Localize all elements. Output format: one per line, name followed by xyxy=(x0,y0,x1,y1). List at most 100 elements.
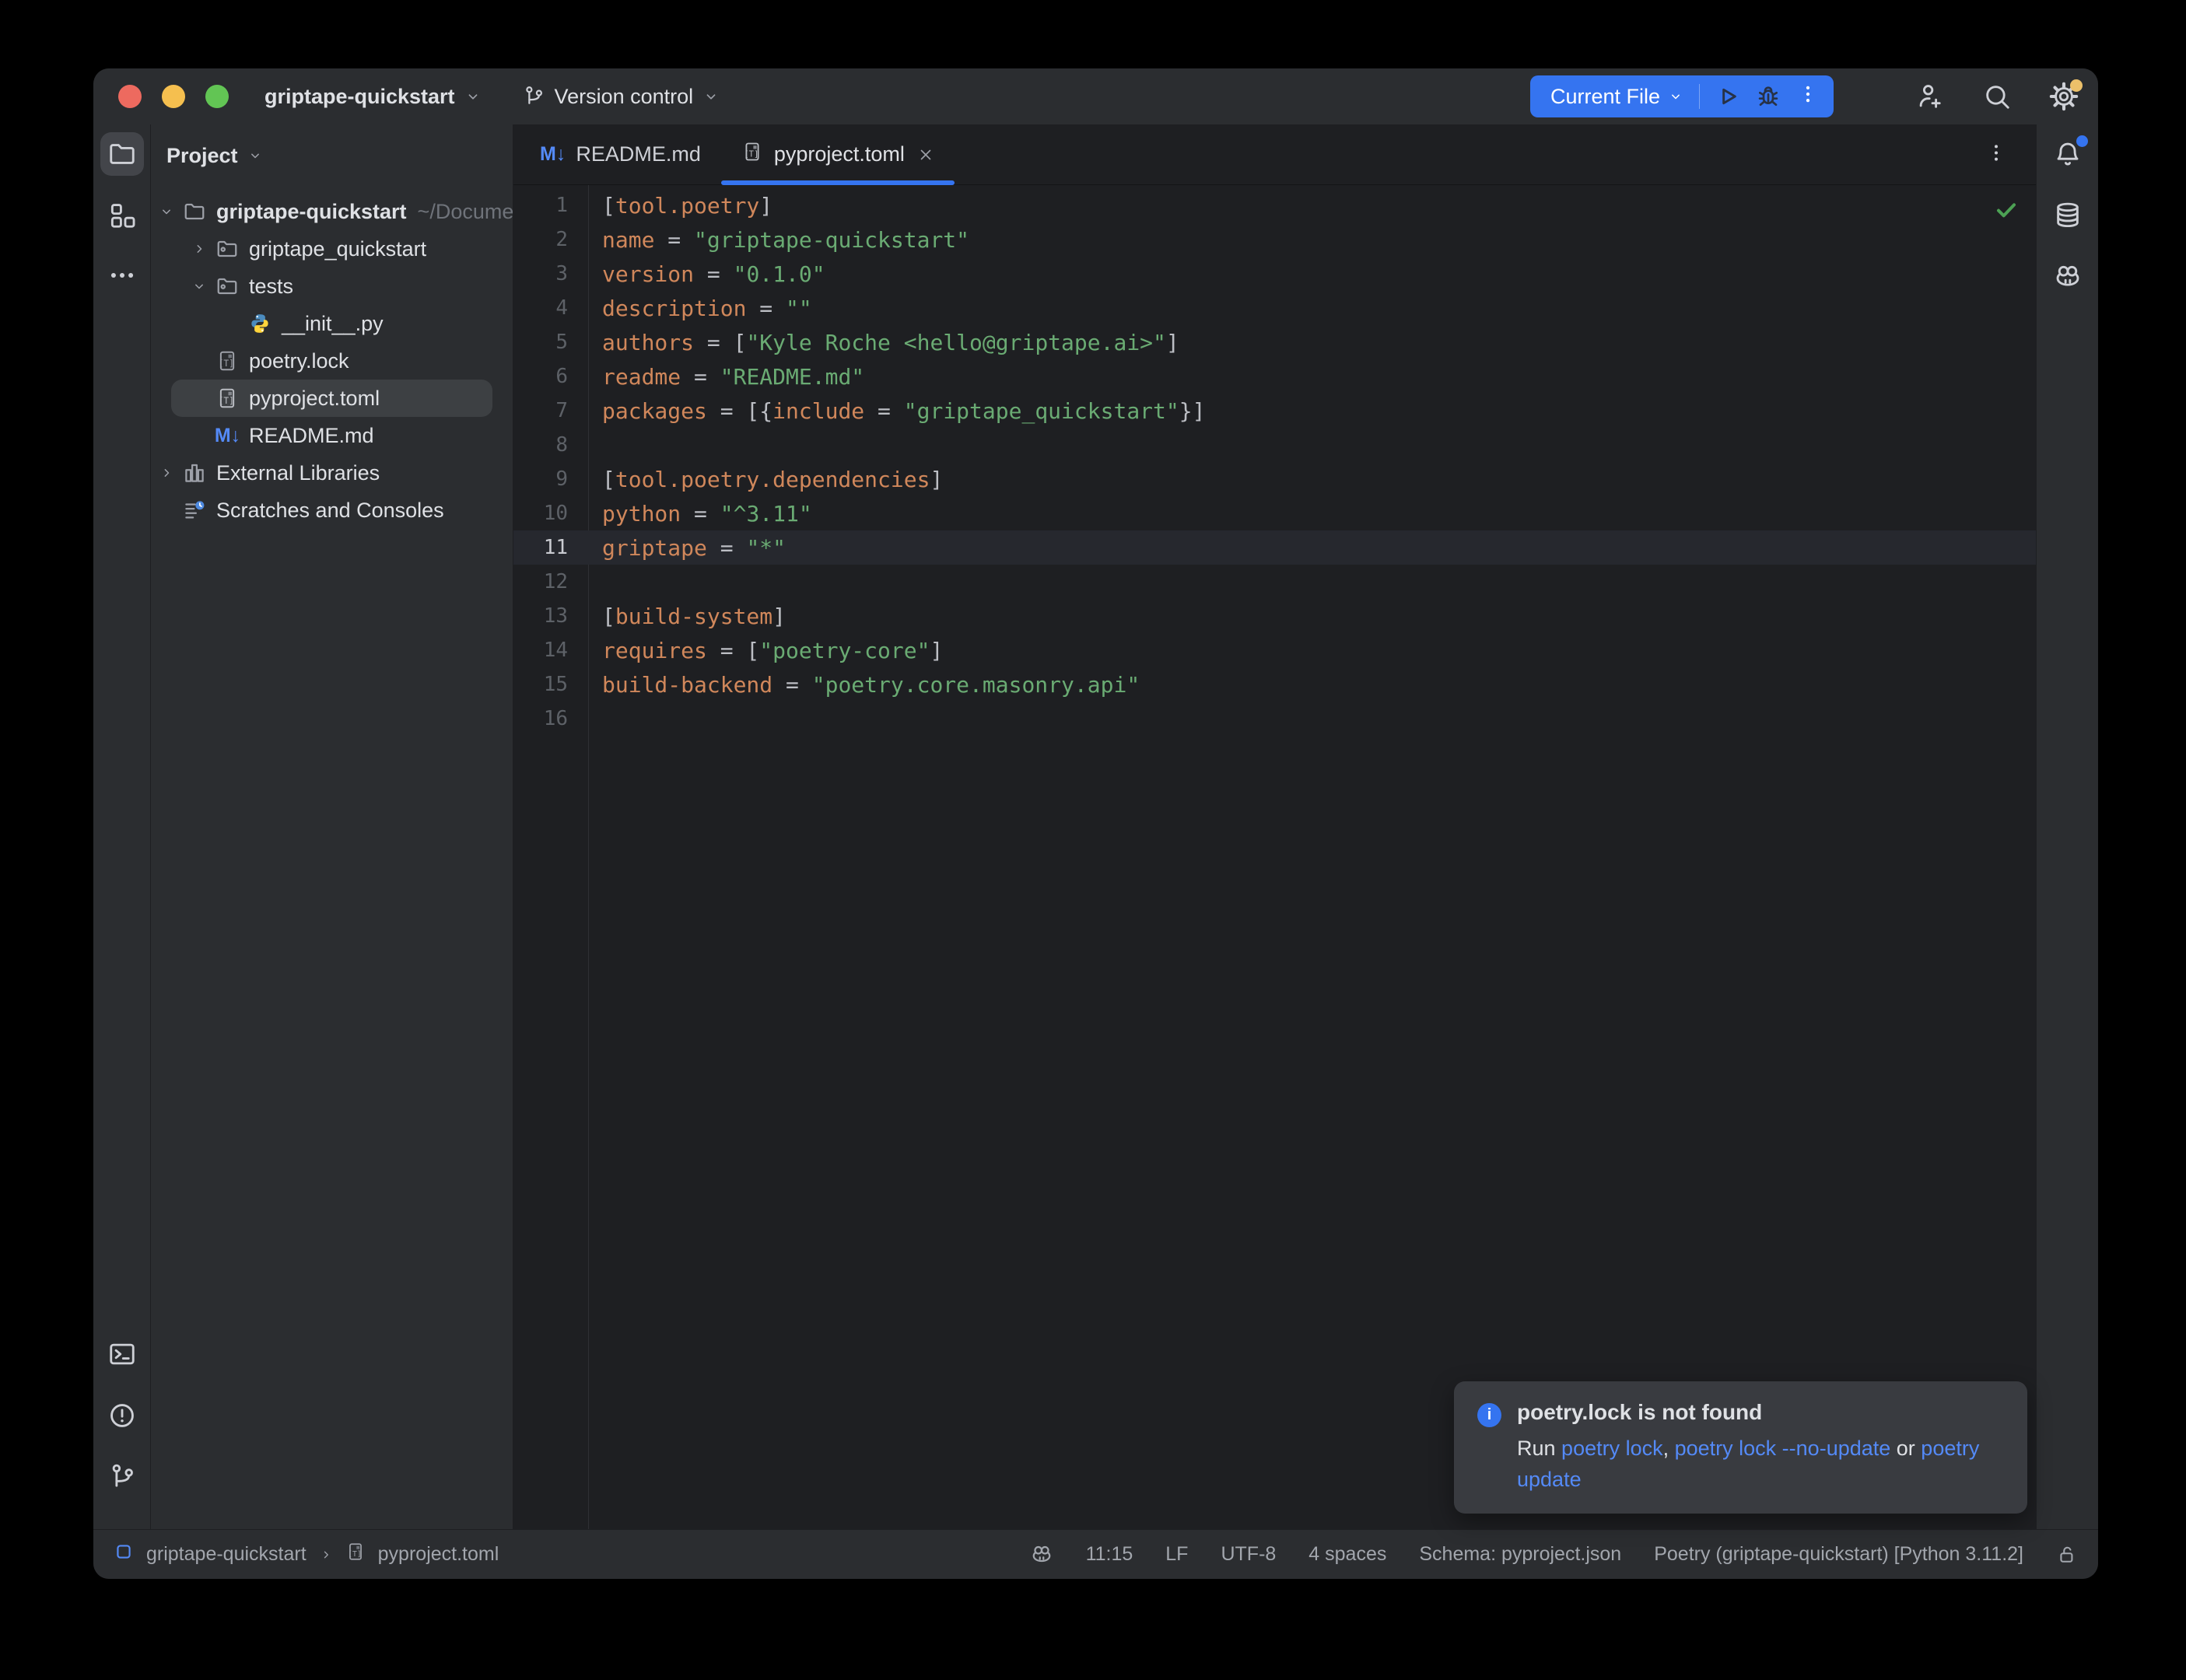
run-configuration-button[interactable]: Current File xyxy=(1530,75,1834,117)
tree-item-label: pyproject.toml xyxy=(249,387,380,411)
run-icon[interactable] xyxy=(1715,84,1740,109)
toml-file-icon: [T] xyxy=(213,387,241,410)
ai-assistant-icon xyxy=(2053,262,2083,292)
code-line-current[interactable]: 11 griptape = "*" xyxy=(513,530,2036,565)
code-line[interactable]: 7 packages = [{include = "griptape_quick… xyxy=(513,394,2036,428)
notification-popup[interactable]: i poetry.lock is not found Run poetry lo… xyxy=(1454,1381,2027,1514)
line-number: 6 xyxy=(513,365,588,388)
tree-item-tests-folder[interactable]: tests xyxy=(151,268,513,305)
tree-item-project-root[interactable]: griptape-quickstart ~/Docume xyxy=(151,193,513,230)
status-cursor-position[interactable]: 11:15 xyxy=(1086,1543,1133,1566)
status-schema[interactable]: Schema: pyproject.json xyxy=(1419,1543,1621,1566)
vcs-widget[interactable]: Version control xyxy=(522,85,720,109)
code-line[interactable]: 16 xyxy=(513,702,2036,736)
tree-item-external-libraries[interactable]: External Libraries xyxy=(151,454,513,492)
line-number: 2 xyxy=(513,228,588,251)
database-icon xyxy=(2053,201,2083,230)
tree-item-poetry-lock[interactable]: [T] poetry.lock xyxy=(151,342,513,380)
tree-item-pyproject-toml[interactable]: [T] pyproject.toml xyxy=(171,380,492,417)
code-line[interactable]: 9 [tool.poetry.dependencies] xyxy=(513,462,2036,496)
breadcrumb-project[interactable]: griptape-quickstart xyxy=(146,1543,307,1566)
terminal-tool-window-button[interactable] xyxy=(100,1332,144,1376)
notification-badge xyxy=(2076,135,2088,147)
code-editor[interactable]: 1 [tool.poetry] 2 name = "griptape-quick… xyxy=(513,185,2036,1529)
status-line-ending[interactable]: LF xyxy=(1165,1543,1188,1566)
line-number: 13 xyxy=(513,604,588,628)
database-tool-window-button[interactable] xyxy=(2046,194,2090,237)
code-line[interactable]: 4 description = "" xyxy=(513,291,2036,325)
status-interpreter[interactable]: Poetry (griptape-quickstart) [Python 3.1… xyxy=(1654,1543,2023,1566)
project-tool-window-button[interactable] xyxy=(100,132,144,176)
breadcrumb-file[interactable]: pyproject.toml xyxy=(378,1543,499,1566)
project-panel-header[interactable]: Project xyxy=(151,124,513,187)
project-panel: Project griptape-quickstart ~ xyxy=(151,124,513,1529)
project-widget-label: griptape-quickstart xyxy=(264,85,455,109)
chevron-right-icon[interactable] xyxy=(185,241,213,257)
tab-readme[interactable]: M↓ README.md xyxy=(520,124,721,184)
tree-item-label: __init__.py xyxy=(282,312,384,336)
close-tab-icon[interactable] xyxy=(917,146,934,163)
status-encoding[interactable]: UTF-8 xyxy=(1221,1543,1276,1566)
debug-icon[interactable] xyxy=(1756,84,1781,109)
notification-content: poetry.lock is not found Run poetry lock… xyxy=(1517,1400,2004,1495)
tree-item-path-hint: ~/Docume xyxy=(418,200,513,224)
code-line[interactable]: 6 readme = "README.md" xyxy=(513,359,2036,394)
code-line[interactable]: 10 python = "^3.11" xyxy=(513,496,2036,530)
tab-pyproject[interactable]: [T] pyproject.toml xyxy=(721,124,955,184)
inspections-ok-icon[interactable] xyxy=(1994,198,2019,228)
settings-button[interactable] xyxy=(2048,81,2079,112)
code-line[interactable]: 13 [build-system] xyxy=(513,599,2036,633)
code-line[interactable]: 3 version = "0.1.0" xyxy=(513,257,2036,291)
run-config-label: Current File xyxy=(1550,85,1660,109)
more-tool-windows-button[interactable] xyxy=(100,255,144,299)
tree-item-label: README.md xyxy=(249,424,374,448)
chevron-right-icon xyxy=(319,1548,333,1562)
tree-item-package-folder[interactable]: griptape_quickstart xyxy=(151,230,513,268)
ai-assistant-status-icon[interactable] xyxy=(1030,1543,1053,1566)
chevron-down-icon[interactable] xyxy=(185,278,213,294)
tree-item-label: tests xyxy=(249,275,293,299)
version-control-tool-window-button[interactable] xyxy=(100,1455,144,1499)
poetry-lock-link[interactable]: poetry lock xyxy=(1561,1437,1663,1460)
code-line[interactable]: 14 requires = ["poetry-core"] xyxy=(513,633,2036,667)
editor-options-icon[interactable] xyxy=(1985,141,2008,168)
ai-assistant-button[interactable] xyxy=(2046,255,2090,299)
code-line[interactable]: 1 [tool.poetry] xyxy=(513,188,2036,222)
poetry-lock-no-update-link[interactable]: poetry lock --no-update xyxy=(1675,1437,1891,1460)
problems-tool-window-button[interactable] xyxy=(100,1394,144,1437)
code-line[interactable]: 5 authors = ["Kyle Roche <hello@griptape… xyxy=(513,325,2036,359)
toml-file-icon: [T] xyxy=(741,141,763,168)
tree-item-readme[interactable]: M↓ README.md xyxy=(151,417,513,454)
code-line[interactable]: 2 name = "griptape-quickstart" xyxy=(513,222,2036,257)
code-line[interactable]: 12 xyxy=(513,565,2036,599)
libraries-icon xyxy=(180,461,208,485)
chevron-right-icon[interactable] xyxy=(152,465,180,481)
main-area: Project griptape-quickstart ~ xyxy=(93,124,2098,1529)
code-line[interactable]: 8 xyxy=(513,428,2036,462)
code-with-me-button[interactable] xyxy=(1915,81,1946,112)
tree-item-init-py[interactable]: __init__.py xyxy=(151,305,513,342)
code-line[interactable]: 15 build-backend = "poetry.core.masonry.… xyxy=(513,667,2036,702)
project-widget[interactable]: griptape-quickstart xyxy=(264,85,482,109)
more-run-options-icon[interactable] xyxy=(1796,82,1820,111)
minimize-window-button[interactable] xyxy=(162,85,185,108)
lock-open-icon[interactable] xyxy=(2056,1544,2078,1566)
tree-item-scratches[interactable]: Scratches and Consoles xyxy=(151,492,513,529)
chevron-down-icon xyxy=(247,148,263,163)
zoom-window-button[interactable] xyxy=(205,85,229,108)
notifications-button[interactable] xyxy=(2046,132,2090,176)
svg-text:[T]: [T] xyxy=(744,149,758,159)
status-indent[interactable]: 4 spaces xyxy=(1308,1543,1386,1566)
line-number: 12 xyxy=(513,570,588,593)
chevron-down-icon[interactable] xyxy=(152,204,180,219)
traffic-lights xyxy=(118,85,229,108)
editor-tab-bar: M↓ README.md [T] pyproject.toml xyxy=(513,124,2036,185)
git-branch-icon xyxy=(522,85,545,108)
close-window-button[interactable] xyxy=(118,85,142,108)
tree-item-label: External Libraries xyxy=(216,461,380,485)
search-everywhere-button[interactable] xyxy=(1981,81,2013,112)
settings-sync-badge xyxy=(2070,79,2083,92)
tree-item-label: poetry.lock xyxy=(249,349,349,373)
structure-tool-window-button[interactable] xyxy=(100,194,144,237)
line-number: 8 xyxy=(513,433,588,457)
